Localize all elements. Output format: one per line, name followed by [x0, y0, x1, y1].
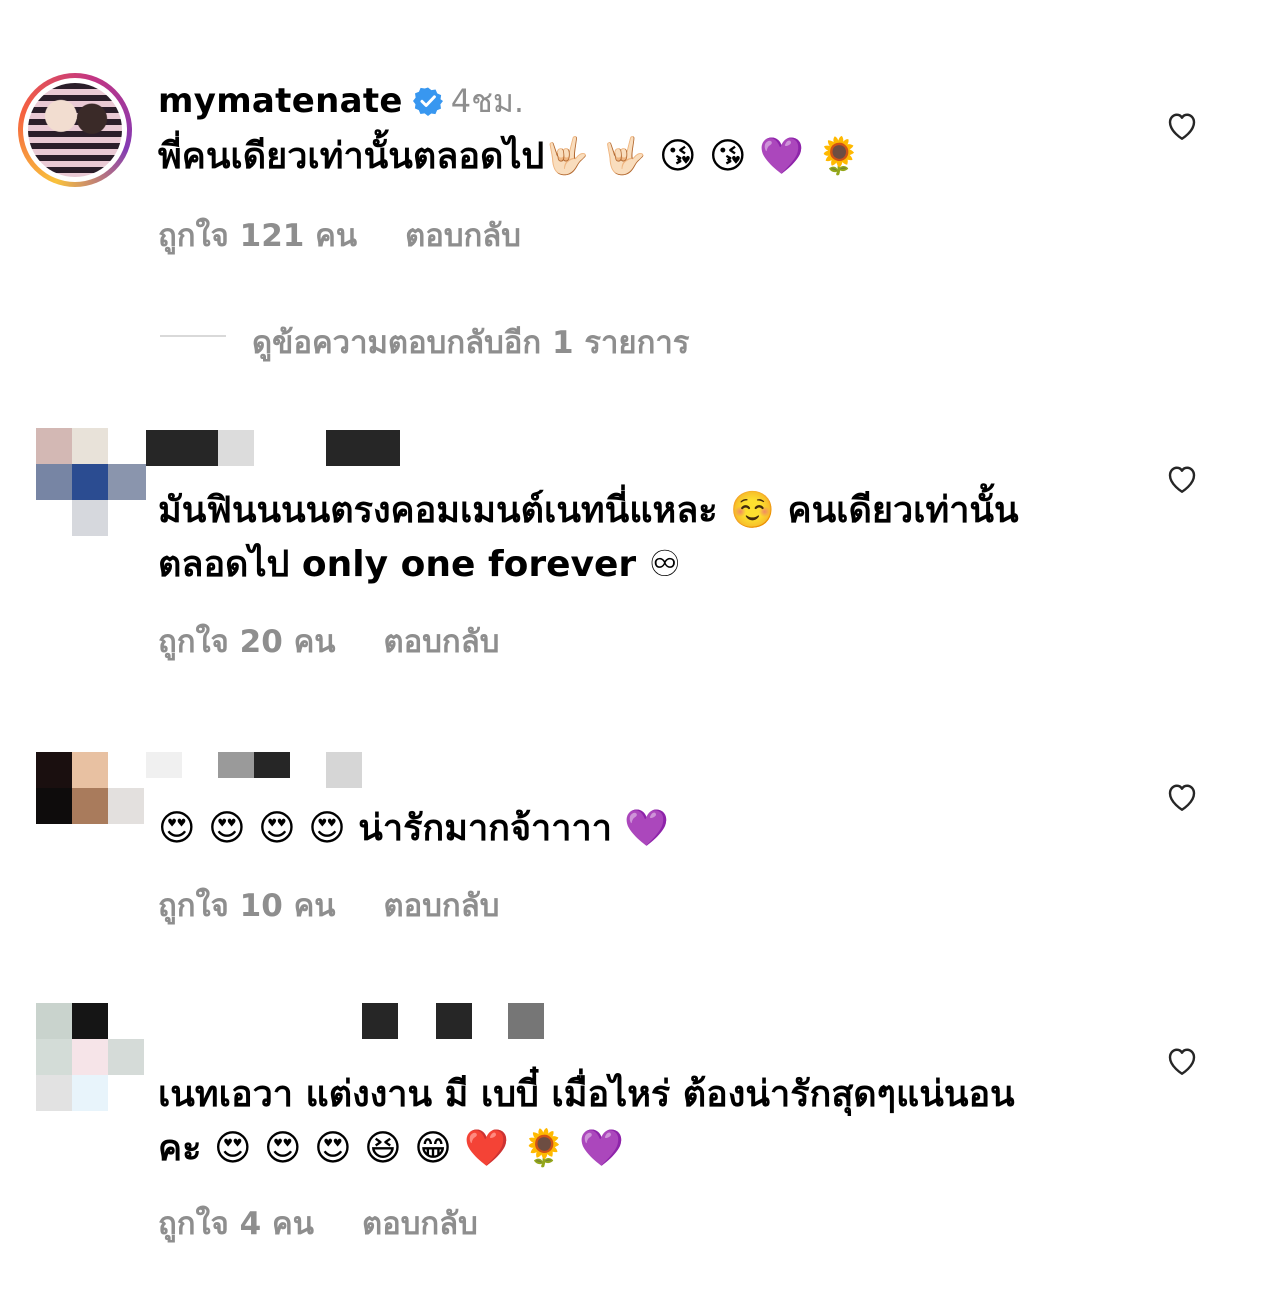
heart-outline-icon[interactable] [1164, 461, 1200, 497]
verified-badge-icon [412, 87, 443, 116]
view-replies-button[interactable]: ดูข้อความตอบกลับอีก 1 รายการ [252, 317, 689, 367]
comment-meta: ถูกใจ 20 คน ตอบกลับ [158, 616, 499, 666]
heart-outline-icon[interactable] [1164, 108, 1200, 144]
avatar-inner [23, 78, 127, 182]
avatar-pixelated[interactable] [36, 1003, 146, 1111]
username-redacted [146, 752, 366, 788]
replies-divider [160, 335, 226, 337]
comment-meta: ถูกใจ 121 คน ตอบกลับ [158, 210, 521, 260]
comment-text-line-1: เนทเอวา แต่งงาน มี เบบี๋ เมื่อไหร่ ต้องน… [158, 1074, 1015, 1115]
comment-time: 4ชม. [450, 82, 525, 120]
likes-count[interactable]: ถูกใจ 10 คน [158, 888, 336, 924]
comment-header: mymatenate 4ชม. [158, 76, 524, 127]
reply-button[interactable]: ตอบกลับ [384, 624, 500, 660]
avatar-pixelated[interactable] [36, 428, 146, 538]
reply-button[interactable]: ตอบกลับ [405, 218, 521, 254]
comment-text-line-2: ตลอดไป only one forever ♾ [158, 544, 681, 585]
avatar[interactable] [18, 73, 132, 187]
likes-count[interactable]: ถูกใจ 121 คน [158, 218, 357, 254]
heart-outline-icon[interactable] [1164, 1043, 1200, 1079]
comment-text: 😍 😍 😍 😍 น่ารักมากจ้าาาา 💜 [158, 808, 670, 849]
reply-button[interactable]: ตอบกลับ [362, 1206, 478, 1242]
avatar-pixelated[interactable] [36, 752, 146, 826]
username-redacted [362, 1003, 546, 1039]
likes-count[interactable]: ถูกใจ 4 คน [158, 1206, 314, 1242]
comment-text: พี่คนเดียวเท่านั้นตลอดไป🤟🏻 🤟🏻 😘 😘 💜 🌻 [158, 136, 862, 177]
comment-meta: ถูกใจ 10 คน ตอบกลับ [158, 880, 499, 930]
reply-button[interactable]: ตอบกลับ [384, 888, 500, 924]
likes-count[interactable]: ถูกใจ 20 คน [158, 624, 336, 660]
comment-text-line-1: มันฟินนนนตรงคอมเมนต์เนทนี่แหละ ☺️ คนเดีย… [158, 490, 1019, 531]
avatar-photo [28, 83, 122, 177]
heart-outline-icon[interactable] [1164, 779, 1200, 815]
comment-meta: ถูกใจ 4 คน ตอบกลับ [158, 1198, 478, 1248]
username-redacted [146, 430, 402, 466]
username[interactable]: mymatenate [158, 81, 403, 121]
comment-text-line-2: คะ 😍 😍 😍 😆 😁 ❤️ 🌻 💜 [158, 1128, 624, 1169]
